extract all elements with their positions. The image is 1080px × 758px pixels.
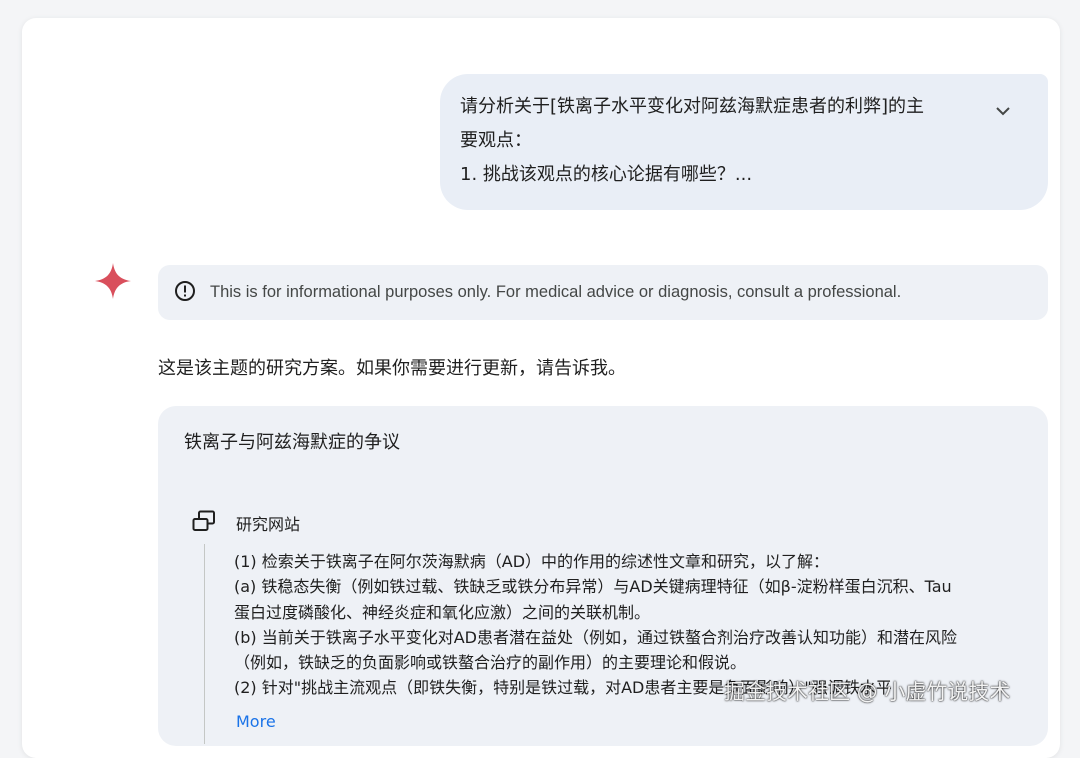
response-intro-text: 这是该主题的研究方案。如果你需要进行更新，请告诉我。 xyxy=(158,358,626,379)
research-site-icon xyxy=(192,510,216,536)
info-icon xyxy=(174,280,196,306)
research-site-section-header: 研究网站 xyxy=(192,510,300,536)
user-message-bubble: 请分析关于[铁离子水平变化对阿兹海默症患者的利弊]的主 要观点： 1. 挑战该观… xyxy=(440,74,1048,210)
research-step-line: （例如，铁缺乏的负面影响或铁螯合治疗的副作用）的主要理论和假说。 xyxy=(234,653,747,673)
research-step-line: 蛋白过度磷酸化、神经炎症和氧化应激）之间的关联机制。 xyxy=(234,602,651,622)
watermark-text: 掘金技术社区 @ 小虚竹说技术 xyxy=(724,680,1011,704)
more-link[interactable]: More xyxy=(236,712,276,731)
expand-chevron-icon[interactable] xyxy=(992,100,1014,122)
research-plan-title: 铁离子与阿兹海默症的争议 xyxy=(184,432,400,453)
user-message-line: 1. 挑战该观点的核心论据有哪些？... xyxy=(460,164,753,185)
research-site-label: 研究网站 xyxy=(236,515,301,534)
user-message-line: 要观点： xyxy=(460,130,532,151)
timeline-divider xyxy=(204,544,205,744)
user-message-line: 请分析关于[铁离子水平变化对阿兹海默症患者的利弊]的主 xyxy=(460,96,925,117)
gemini-spark-icon xyxy=(94,262,132,300)
research-step-line: (a) 铁稳态失衡（例如铁过载、铁缺乏或铁分布异常）与AD关键病理特征（如β-淀… xyxy=(234,577,952,597)
research-step-line: (1) 检索关于铁离子在阿尔茨海默病（AD）中的作用的综述性文章和研究，以了解： xyxy=(234,552,830,571)
research-step-line: (b) 当前关于铁离子水平变化对AD患者潜在益处（例如，通过铁螯合剂治疗改善认知… xyxy=(234,627,957,647)
medical-disclaimer-banner: This is for informational purposes only.… xyxy=(158,265,1048,320)
disclaimer-text: This is for informational purposes only.… xyxy=(210,283,902,301)
